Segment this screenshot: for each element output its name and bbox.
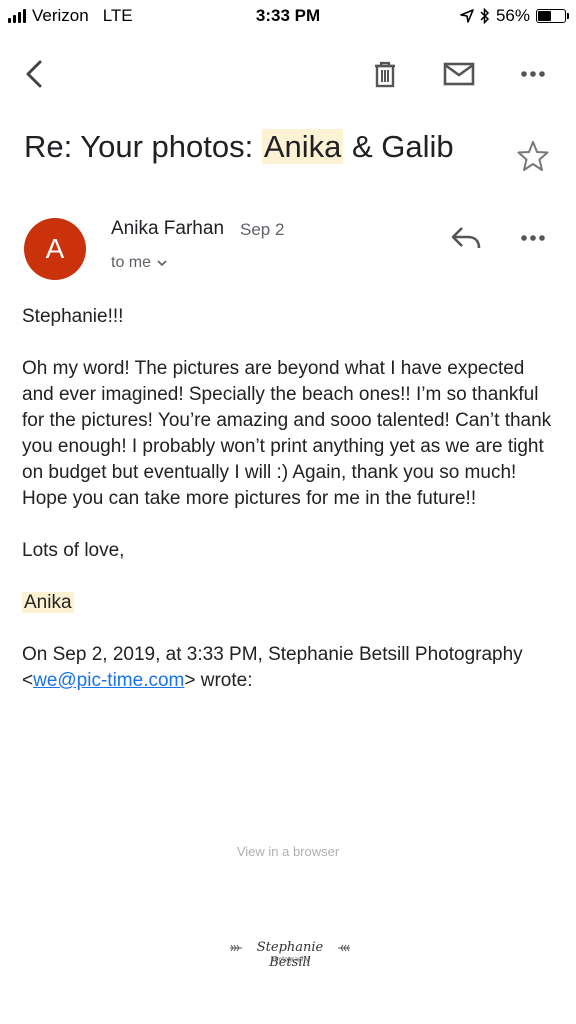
delete-button[interactable] <box>367 56 403 92</box>
trash-icon <box>375 61 395 88</box>
battery-icon <box>536 9 569 23</box>
subject-highlight: Anika <box>261 129 344 164</box>
subject-suffix: & Galib <box>343 129 454 164</box>
email-subject: Re: Your photos: Anika & Galib <box>24 124 504 170</box>
message-more-button[interactable] <box>515 220 551 256</box>
more-options-button[interactable] <box>515 56 551 92</box>
location-arrow-icon <box>460 9 474 23</box>
body-greeting: Stephanie!!! <box>22 306 124 327</box>
logo-subtext: photography <box>270 956 310 963</box>
back-button[interactable] <box>16 56 52 92</box>
star-icon <box>517 141 549 171</box>
battery-fill <box>538 11 551 21</box>
reply-icon <box>451 227 481 249</box>
recipient-details-toggle[interactable]: to me <box>111 254 167 272</box>
more-horizontal-icon <box>521 235 545 241</box>
view-in-browser-link[interactable]: View in a browser <box>0 844 576 859</box>
star-button[interactable] <box>515 138 551 174</box>
chevron-down-icon <box>157 259 167 266</box>
email-toolbar <box>0 50 576 98</box>
mail-icon <box>443 62 475 86</box>
quote-email-link[interactable]: we@pic-time.com <box>33 670 184 691</box>
mark-unread-button[interactable] <box>441 56 477 92</box>
reply-button[interactable] <box>448 220 484 256</box>
status-bar: Verizon LTE 3:33 PM 56% <box>0 0 576 34</box>
body-paragraph: Oh my word! The pictures are beyond what… <box>22 358 552 509</box>
more-horizontal-icon <box>521 71 545 77</box>
chevron-left-icon <box>26 60 42 88</box>
recipient-label: to me <box>111 254 152 271</box>
body-signature: Anika <box>22 592 74 613</box>
subject-prefix: Re: Your photos: <box>24 129 262 164</box>
quote-suffix: > wrote: <box>184 670 253 691</box>
email-body: Stephanie!!! Oh my word! The pictures ar… <box>22 304 552 720</box>
photographer-logo: Stephanie Betsill photography <box>228 938 352 970</box>
status-right: 56% <box>460 6 569 26</box>
quoted-header: On Sep 2, 2019, at 3:33 PM, Stephanie Be… <box>22 642 552 694</box>
logo-text: Stephanie Betsill <box>256 940 324 970</box>
email-date: Sep 2 <box>240 220 285 239</box>
battery-percent: 56% <box>495 6 530 25</box>
sender-name: Anika Farhan <box>111 218 225 239</box>
sender-avatar[interactable]: A <box>24 218 86 280</box>
body-closing: Lots of love, <box>22 540 125 561</box>
bluetooth-icon <box>480 8 490 24</box>
